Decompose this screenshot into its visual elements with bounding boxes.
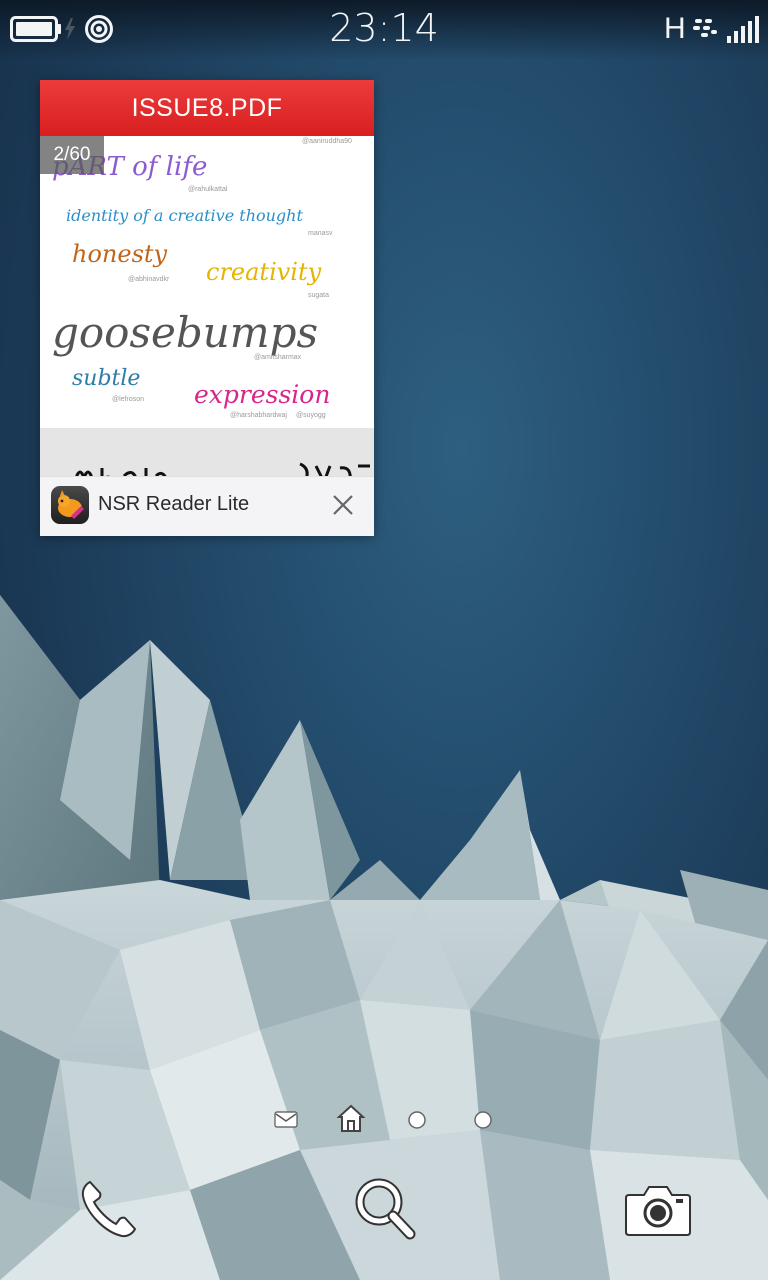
nsr-reader-app-icon	[51, 486, 89, 524]
app-name: NSR Reader Lite	[98, 493, 250, 515]
frame-title: ISSUE8.PDF	[40, 80, 374, 136]
page-dot[interactable]	[473, 1110, 493, 1130]
preview-word: creativity	[206, 258, 322, 286]
network-type-indicator: H	[664, 12, 686, 45]
home-screen: 23:14 H ISSUE8.PDF @aaniruddha90 pART of…	[0, 0, 768, 1280]
camera-icon[interactable]	[624, 1183, 692, 1237]
blackberry-icon	[693, 19, 717, 37]
credit-text: @suyogg	[296, 412, 326, 419]
credit-text: @harshabhardwaj	[230, 412, 287, 419]
document-preview[interactable]: @aaniruddha90 pART of life @rahulkattal …	[40, 136, 374, 508]
credit-text: @amitsharmax	[254, 354, 302, 361]
credit-text: @abhinavdkr	[128, 276, 170, 283]
preview-word: honesty	[72, 240, 168, 268]
credit-text: manasv	[308, 230, 333, 237]
phone-icon[interactable]	[76, 1176, 142, 1242]
signal-icon	[727, 16, 759, 43]
close-icon[interactable]	[330, 492, 356, 518]
credit-text: sugata	[308, 292, 330, 299]
credit-text: @lefroson	[112, 396, 145, 403]
preview-word: identity of a creative thought	[66, 206, 303, 225]
hub-icon[interactable]	[274, 1111, 298, 1129]
home-icon[interactable]	[335, 1103, 367, 1133]
clock: 23:14	[329, 6, 439, 50]
frame-footer: NSR Reader Lite	[40, 476, 374, 536]
preview-word: goosebumps	[52, 308, 319, 357]
status-bar: 23:14 H	[0, 0, 768, 60]
page-dot[interactable]	[407, 1110, 427, 1130]
search-icon[interactable]	[352, 1176, 418, 1242]
credit-text: @rahulkattal	[188, 186, 228, 193]
preview-word: subtle	[72, 366, 141, 391]
page-counter: 2/60	[40, 136, 104, 174]
credit-text: @aaniruddha90	[302, 138, 352, 145]
preview-word: expression	[194, 380, 331, 409]
active-frame-card[interactable]: ISSUE8.PDF @aaniruddha90 pART of life @r…	[40, 80, 374, 536]
